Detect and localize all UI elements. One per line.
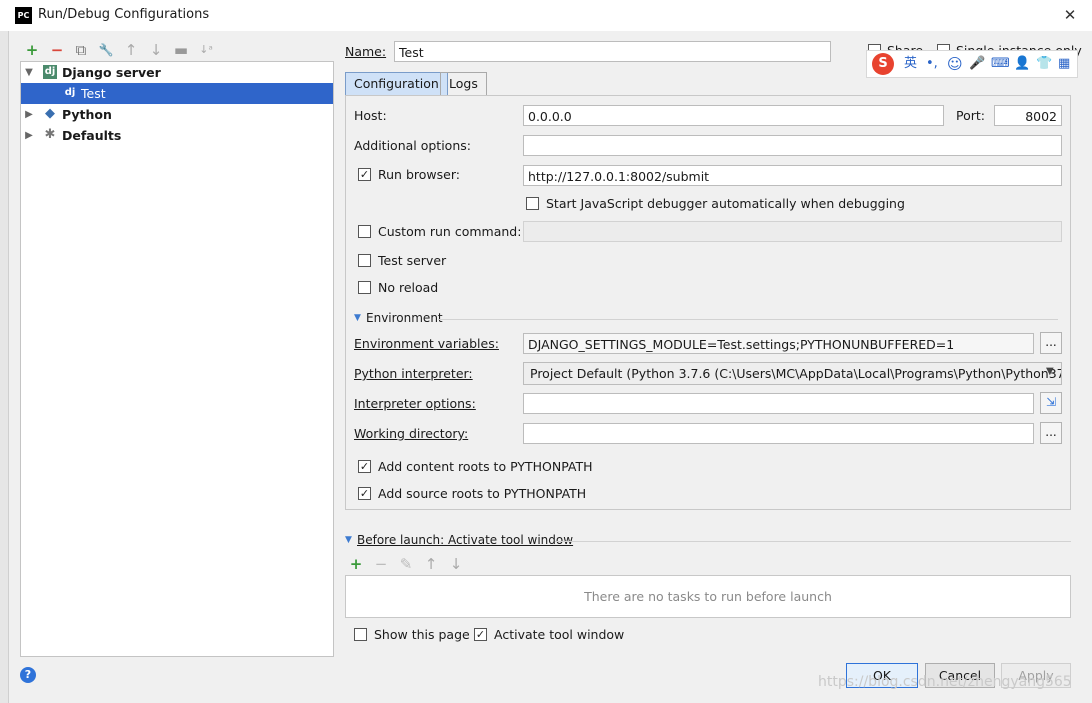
host-label: Host: — [354, 108, 387, 123]
copy-configuration-icon[interactable]: ⧉ — [72, 41, 90, 59]
close-window-button[interactable]: ✕ — [1058, 4, 1082, 26]
move-up-icon[interactable]: ↑ — [122, 41, 140, 59]
working-directory-input[interactable] — [523, 423, 1034, 444]
ime-keyboard-icon[interactable]: ⌨ — [991, 55, 1010, 73]
pycharm-logo-icon: PC — [15, 7, 32, 24]
js-debugger-label: Start JavaScript debugger automatically … — [546, 196, 905, 211]
test-server-label: Test server — [378, 253, 447, 268]
defaults-wrench-icon: ✱ — [44, 127, 56, 142]
tree-node-django-server[interactable]: ▼ dj Django server — [21, 62, 333, 83]
add-configuration-icon[interactable]: + — [23, 41, 41, 59]
django-icon: dj — [43, 65, 57, 79]
ime-toolbar[interactable]: S 英 •, ☺ 🎤 ⌨ 👤 👕 ▦ — [866, 50, 1078, 78]
section-divider — [555, 541, 1071, 542]
run-browser-label: Run browser: — [378, 167, 460, 182]
ime-language-icon[interactable]: 英 — [904, 55, 917, 73]
configuration-tree[interactable]: ▼ dj Django server dj Test ▶ ◆ Python ▶ … — [20, 61, 334, 657]
help-button[interactable]: ? — [20, 667, 36, 683]
chevron-down-icon[interactable]: ▼ — [1046, 366, 1054, 377]
ime-user-icon[interactable]: 👤 — [1014, 55, 1030, 73]
before-launch-title[interactable]: Before launch: Activate tool window — [357, 533, 573, 547]
port-label: Port: — [956, 108, 985, 123]
chevron-down-icon[interactable]: ▼ — [354, 313, 361, 323]
working-directory-browse-button[interactable]: ... — [1040, 422, 1062, 444]
ime-skin-icon[interactable]: 👕 — [1036, 55, 1052, 73]
no-reload-checkbox[interactable] — [358, 281, 371, 294]
tab-logs[interactable]: Logs — [440, 72, 487, 96]
name-input[interactable]: Test — [394, 41, 831, 62]
move-down-icon[interactable]: ↓ — [147, 41, 165, 59]
show-this-page-checkbox[interactable] — [354, 628, 367, 641]
python-icon: ◆ — [45, 106, 55, 121]
activate-tool-window-label: Activate tool window — [494, 627, 625, 642]
move-task-up-icon[interactable]: ↑ — [422, 555, 440, 573]
edit-task-icon[interactable]: ✎ — [397, 555, 415, 573]
remove-configuration-icon[interactable]: − — [48, 41, 66, 59]
interpreter-options-label: Interpreter options: — [354, 396, 476, 411]
port-input[interactable]: 8002 — [994, 105, 1062, 126]
ime-mic-icon[interactable]: 🎤 — [969, 55, 985, 73]
watermark: https://blog.csdn.net/zhengyang565 — [818, 674, 1072, 690]
host-input[interactable]: 0.0.0.0 — [523, 105, 944, 126]
background-window-edge — [0, 31, 9, 703]
js-debugger-checkbox[interactable] — [526, 197, 539, 210]
python-interpreter-select[interactable]: Project Default (Python 3.7.6 (C:\Users\… — [523, 362, 1062, 385]
remove-task-icon[interactable]: − — [372, 555, 390, 573]
tree-node-label: Test — [81, 86, 106, 101]
configuration-panel — [345, 95, 1071, 510]
environment-section-title[interactable]: Environment — [366, 311, 443, 325]
python-interpreter-label: Python interpreter: — [354, 366, 473, 381]
env-vars-label: Environment variables: — [354, 336, 499, 351]
window-title: Run/Debug Configurations — [38, 7, 210, 22]
chevron-down-icon[interactable]: ▼ — [345, 535, 352, 545]
custom-run-command-checkbox[interactable] — [358, 225, 371, 238]
edit-defaults-icon[interactable]: 🔧 — [97, 41, 115, 59]
chevron-right-icon[interactable]: ▶ — [24, 104, 34, 125]
no-reload-label: No reload — [378, 280, 439, 295]
before-launch-task-list[interactable]: There are no tasks to run before launch — [345, 575, 1071, 618]
tree-node-defaults[interactable]: ▶ ✱ Defaults — [21, 125, 333, 146]
run-browser-url-input[interactable]: http://127.0.0.1:8002/submit — [523, 165, 1062, 186]
folder-icon[interactable]: ▬ — [172, 41, 190, 59]
move-task-down-icon[interactable]: ↓ — [447, 555, 465, 573]
additional-options-input[interactable] — [523, 135, 1062, 156]
section-divider — [438, 319, 1058, 320]
tree-node-python[interactable]: ▶ ◆ Python — [21, 104, 333, 125]
additional-options-label: Additional options: — [354, 138, 471, 153]
ime-logo-icon[interactable]: S — [872, 53, 894, 75]
chevron-down-icon[interactable]: ▼ — [24, 62, 34, 83]
custom-run-command-label: Custom run command: — [378, 224, 522, 239]
expand-icon[interactable]: ⇲ — [1040, 392, 1062, 414]
tree-node-label: Django server — [62, 65, 161, 80]
chevron-right-icon[interactable]: ▶ — [24, 125, 34, 146]
sort-icon[interactable]: ↓ᵃ — [197, 41, 215, 59]
tree-node-label: Defaults — [62, 128, 122, 143]
tab-configuration[interactable]: Configuration — [345, 72, 448, 96]
add-content-roots-label: Add content roots to PYTHONPATH — [378, 459, 593, 474]
custom-run-command-input — [523, 221, 1062, 242]
tree-node-label: Python — [62, 107, 112, 122]
add-task-icon[interactable]: + — [347, 555, 365, 573]
ime-emoji-icon[interactable]: ☺ — [947, 55, 963, 73]
show-this-page-label: Show this page — [374, 627, 470, 642]
add-content-roots-checkbox[interactable]: ✓ — [358, 460, 371, 473]
add-source-roots-checkbox[interactable]: ✓ — [358, 487, 371, 500]
tree-node-test[interactable]: dj Test — [21, 83, 333, 104]
ime-punctuation-icon[interactable]: •, — [926, 55, 938, 73]
run-browser-checkbox[interactable]: ✓ — [358, 168, 371, 181]
working-directory-label: Working directory: — [354, 426, 469, 441]
ime-menu-icon[interactable]: ▦ — [1058, 55, 1070, 73]
test-server-checkbox[interactable] — [358, 254, 371, 267]
name-label: Name: — [345, 44, 387, 59]
interpreter-options-input[interactable] — [523, 393, 1034, 414]
env-vars-browse-button[interactable]: ... — [1040, 332, 1062, 354]
env-vars-input[interactable]: DJANGO_SETTINGS_MODULE=Test.settings;PYT… — [523, 333, 1034, 354]
add-source-roots-label: Add source roots to PYTHONPATH — [378, 486, 587, 501]
django-icon: dj — [64, 87, 76, 98]
activate-tool-window-checkbox[interactable]: ✓ — [474, 628, 487, 641]
